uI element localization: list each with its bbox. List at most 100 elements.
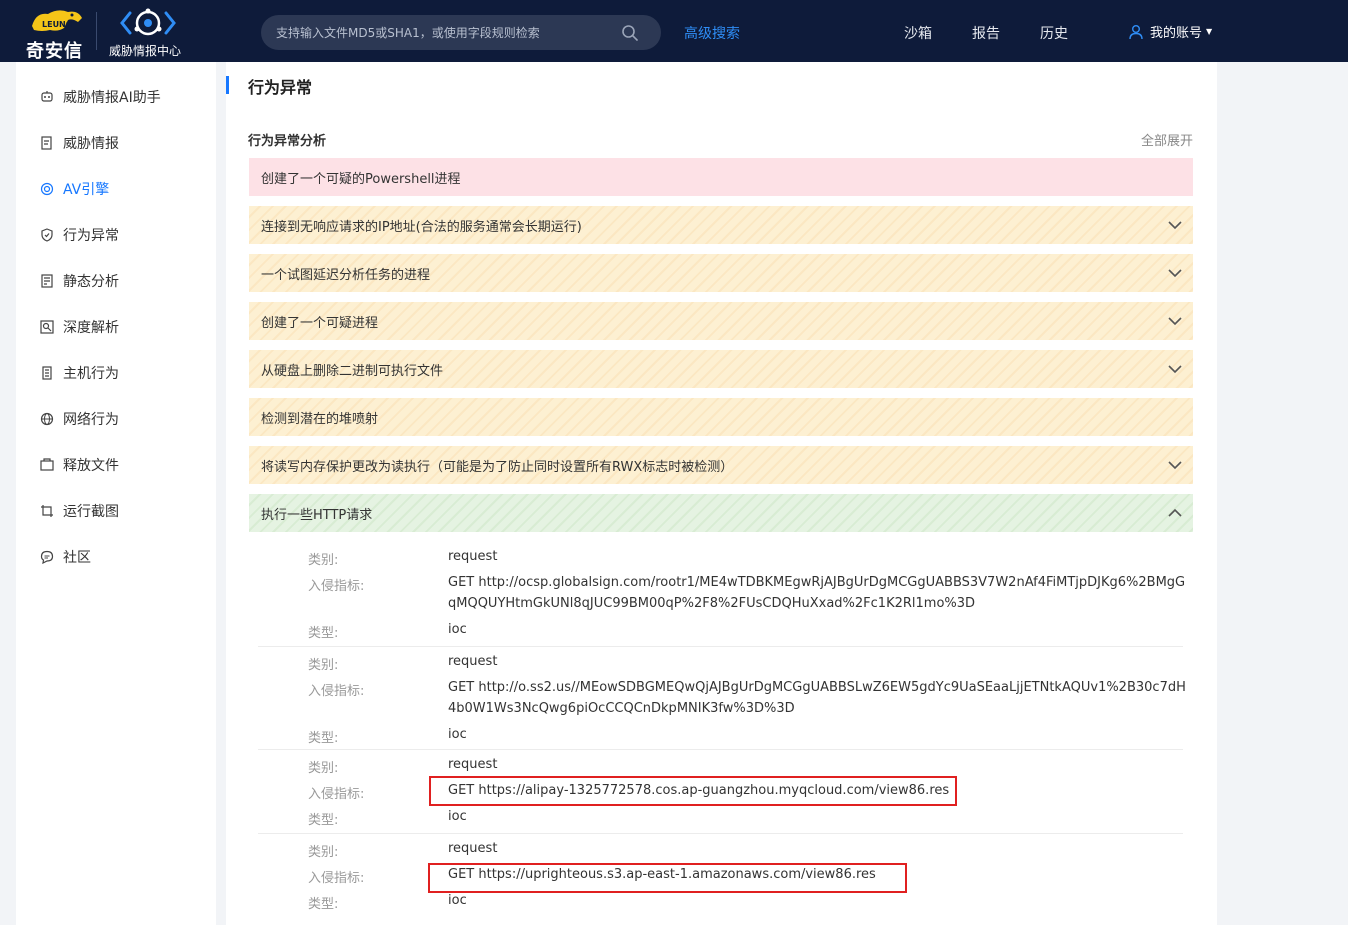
sidebar-item-label: 释放文件 [63, 458, 119, 474]
sidebar-item-static-analysis[interactable]: 静态分析 [40, 270, 119, 292]
detail-divider [258, 749, 1183, 750]
network-globe-icon [40, 412, 54, 426]
deep-analysis-icon [40, 320, 54, 334]
community-chat-icon [40, 550, 54, 564]
behavior-item-label: 一个试图延迟分析任务的进程 [261, 267, 431, 283]
sidebar-item-av-engine[interactable]: AV引擎 [40, 178, 109, 200]
sidebar-item-network-behavior[interactable]: 网络行为 [40, 408, 119, 430]
sidebar-item-screenshots[interactable]: 运行截图 [40, 500, 119, 522]
threat-intel-logo-icon [120, 8, 176, 36]
behavior-item[interactable]: 从硬盘上删除二进制可执行文件 [249, 350, 1193, 388]
detail-label-type: 类型: [308, 897, 339, 912]
sidebar-item-community[interactable]: 社区 [40, 546, 91, 568]
detail-value-type: ioc [448, 809, 467, 824]
detail-value-indicator: GET http://o.ss2.us//MEowSDBGMEQwQjAJBgU… [448, 680, 1186, 716]
sidebar: 威胁情报AI助手 威胁情报 AV引擎 行为异常 静态分析 深度解析 主机行为 网… [16, 62, 216, 925]
sidebar-item-label: 静态分析 [63, 274, 119, 290]
main-content: 行为异常 行为异常分析 全部展开 创建了一个可疑的Powershell进程 连接… [226, 62, 1217, 925]
dropped-file-icon [40, 458, 54, 471]
shield-icon [41, 228, 53, 242]
sidebar-item-dropped-files[interactable]: 释放文件 [40, 454, 119, 476]
detail-value-type: ioc [448, 727, 467, 742]
top-navigation-bar: LEUNG 奇安信 威胁情报中心 高级搜索 沙箱 报告 历史 我的账号 [0, 0, 1348, 62]
sidebar-item-label: 行为异常 [63, 228, 119, 244]
static-analysis-icon [41, 274, 53, 288]
sidebar-item-threat-intel[interactable]: 威胁情报 [40, 132, 119, 154]
chevron-down-icon: ▼ [1206, 27, 1213, 36]
account-label: 我的账号 [1150, 26, 1203, 41]
behavior-item[interactable]: 创建了一个可疑的Powershell进程 [249, 158, 1193, 196]
chevron-down-icon [1168, 221, 1182, 230]
detail-label-category: 类别: [308, 761, 339, 776]
ai-assistant-icon [41, 91, 53, 102]
detail-value-indicator: GET http://ocsp.globalsign.com/rootr1/ME… [448, 575, 1186, 611]
detail-value-category: request [448, 841, 498, 856]
detail-label-indicator: 入侵指标: [308, 579, 365, 594]
threat-intel-icon [41, 136, 52, 150]
chevron-down-icon [1168, 461, 1182, 470]
sidebar-item-host-behavior[interactable]: 主机行为 [40, 362, 119, 384]
sidebar-item-label: 深度解析 [63, 320, 119, 336]
behavior-item-label: 创建了一个可疑的Powershell进程 [261, 171, 461, 187]
nav-sandbox[interactable]: 沙箱 [904, 23, 932, 43]
detail-value-category: request [448, 654, 498, 669]
mascot-text: LEUNG [42, 20, 72, 29]
sidebar-item-label: 威胁情报AI助手 [63, 90, 161, 106]
host-behavior-icon [42, 366, 52, 380]
behavior-item-label: 从硬盘上删除二进制可执行文件 [261, 363, 444, 379]
advanced-search-link[interactable]: 高级搜索 [684, 23, 740, 43]
user-icon [1129, 24, 1143, 39]
sidebar-item-label: 运行截图 [63, 504, 119, 520]
threat-intel-center-logo[interactable]: 威胁情报中心 [106, 6, 190, 58]
detail-label-type: 类型: [308, 731, 339, 746]
highlight-box [428, 863, 907, 893]
sidebar-item-label: 主机行为 [63, 366, 119, 382]
sidebar-item-label: AV引擎 [63, 182, 110, 198]
detail-value-type: ioc [448, 622, 467, 637]
sidebar-item-deep-analysis[interactable]: 深度解析 [40, 316, 119, 338]
behavior-item[interactable]: 一个试图延迟分析任务的进程 [249, 254, 1193, 292]
detail-divider [258, 833, 1183, 834]
behavior-item-label: 将读写内存保护更改为读执行（可能是为了防止同时设置所有RWX标志时被检测） [261, 459, 734, 475]
detail-label-indicator: 入侵指标: [308, 787, 365, 802]
av-engine-icon [40, 182, 54, 196]
detail-value-category: request [448, 549, 498, 564]
nav-report[interactable]: 报告 [972, 23, 1000, 43]
search-input[interactable] [276, 15, 616, 50]
behavior-item[interactable]: 将读写内存保护更改为读执行（可能是为了防止同时设置所有RWX标志时被检测） [249, 446, 1193, 484]
qianxin-logo[interactable]: LEUNG 奇安信 [24, 6, 88, 62]
detail-divider [258, 646, 1183, 647]
sidebar-item-behavior-anomaly[interactable]: 行为异常 [40, 224, 119, 246]
detail-value-category: request [448, 757, 498, 772]
behavior-item[interactable]: 检测到潜在的堆喷射 [249, 398, 1193, 436]
nav-history[interactable]: 历史 [1040, 23, 1068, 43]
behavior-item-label: 执行一些HTTP请求 [261, 507, 373, 523]
sidebar-item-label: 威胁情报 [63, 136, 119, 152]
detail-label-indicator: 入侵指标: [308, 684, 365, 699]
behavior-item-label: 连接到无响应请求的IP地址(合法的服务通常会长期运行) [261, 219, 582, 235]
product-name: 威胁情报中心 [109, 44, 182, 58]
chevron-down-icon [1168, 365, 1182, 374]
detail-label-type: 类型: [308, 626, 339, 641]
search-icon[interactable] [621, 24, 639, 42]
account-menu[interactable]: 我的账号 ▼ [1128, 22, 1212, 41]
behavior-item-label: 创建了一个可疑进程 [261, 315, 379, 331]
chevron-down-icon [1168, 317, 1182, 326]
section-title: 行为异常分析 [248, 134, 327, 149]
behavior-item-expanded[interactable]: 执行一些HTTP请求 [249, 494, 1193, 532]
screenshot-icon [41, 505, 53, 517]
highlight-box [429, 776, 957, 806]
detail-label-type: 类型: [308, 813, 339, 828]
detail-value-type: ioc [448, 893, 467, 908]
sidebar-item-label: 网络行为 [63, 412, 119, 428]
behavior-item[interactable]: 连接到无响应请求的IP地址(合法的服务通常会长期运行) [249, 206, 1193, 244]
behavior-item-label: 检测到潜在的堆喷射 [261, 411, 379, 427]
sidebar-item-ai-assistant[interactable]: 威胁情报AI助手 [40, 86, 161, 108]
chevron-up-icon [1168, 508, 1182, 517]
search-bar [261, 15, 661, 50]
detail-label-indicator: 入侵指标: [308, 871, 365, 886]
expand-all-button[interactable]: 全部展开 [1141, 130, 1193, 149]
detail-label-category: 类别: [308, 845, 339, 860]
chevron-down-icon [1168, 269, 1182, 278]
behavior-item[interactable]: 创建了一个可疑进程 [249, 302, 1193, 340]
